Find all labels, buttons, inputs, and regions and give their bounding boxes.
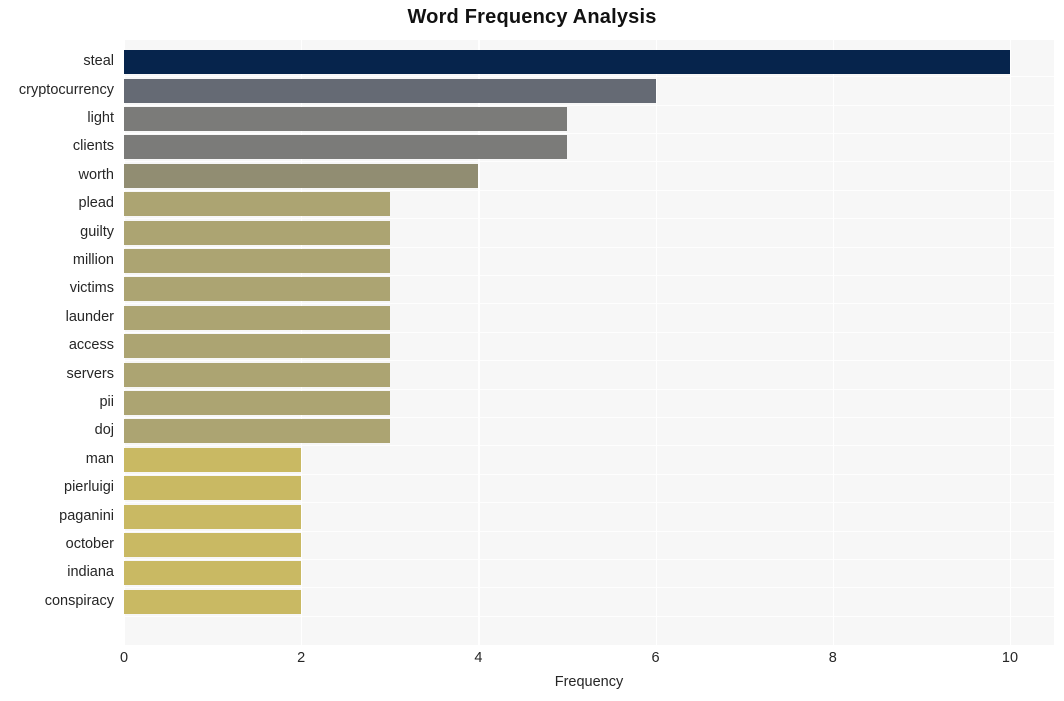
gridline-vertical bbox=[655, 40, 657, 645]
x-axis-title: Frequency bbox=[554, 674, 624, 690]
bar bbox=[124, 220, 390, 245]
bar bbox=[124, 163, 479, 188]
y-axis-tick-label: indiana bbox=[67, 564, 114, 581]
gridline-horizontal bbox=[124, 531, 1054, 532]
bar bbox=[124, 192, 390, 217]
gridline-horizontal bbox=[124, 332, 1054, 333]
gridline-horizontal bbox=[124, 587, 1054, 588]
y-axis-tick-label: servers bbox=[66, 365, 114, 382]
bar bbox=[124, 419, 390, 444]
y-axis-tick-label: plead bbox=[78, 195, 114, 212]
bar bbox=[124, 277, 390, 302]
bar bbox=[124, 362, 390, 387]
gridline-horizontal bbox=[124, 247, 1054, 248]
plot-area bbox=[124, 40, 1054, 645]
x-axis-tick-label: 4 bbox=[474, 650, 483, 666]
gridline-horizontal bbox=[124, 559, 1054, 560]
y-axis-tick-label: man bbox=[85, 450, 114, 467]
gridline-horizontal bbox=[124, 502, 1054, 503]
y-axis-tick-label: million bbox=[72, 251, 114, 268]
x-axis-tick-label: 8 bbox=[828, 650, 837, 666]
y-axis-tick-label: doj bbox=[94, 422, 114, 439]
y-axis-tick-label: clients bbox=[72, 138, 114, 155]
y-axis-tick-label: october bbox=[65, 536, 114, 553]
y-axis-tick-label: paganini bbox=[59, 507, 114, 524]
chart-figure: Word Frequency Analysis steal cryptocurre… bbox=[0, 0, 1064, 701]
bar bbox=[124, 248, 390, 273]
gridline-horizontal bbox=[124, 275, 1054, 276]
y-axis-tick-label: pii bbox=[99, 394, 114, 410]
x-axis-tick-label: 6 bbox=[651, 650, 660, 666]
bar bbox=[124, 305, 390, 330]
gridline-horizontal bbox=[124, 161, 1054, 162]
gridline-vertical bbox=[1010, 40, 1012, 645]
bar bbox=[124, 504, 302, 529]
y-axis-tick-label: cryptocurrency bbox=[18, 81, 114, 98]
gridline-horizontal bbox=[124, 445, 1054, 446]
bar bbox=[124, 533, 302, 558]
y-axis-tick-label: conspiracy bbox=[44, 592, 114, 609]
y-axis-tick-label: victims bbox=[69, 280, 114, 297]
gridline-horizontal bbox=[124, 105, 1054, 106]
bar bbox=[124, 391, 390, 415]
gridline-horizontal bbox=[124, 474, 1054, 475]
bar bbox=[124, 447, 302, 472]
gridline-horizontal bbox=[124, 616, 1054, 617]
bar bbox=[124, 589, 302, 614]
gridline-horizontal bbox=[124, 389, 1054, 390]
bar bbox=[124, 78, 656, 103]
x-axis-tick-label: 10 bbox=[1001, 650, 1019, 666]
y-axis-tick-label: steal bbox=[83, 53, 114, 70]
bar bbox=[124, 334, 390, 359]
gridline-horizontal bbox=[124, 218, 1054, 219]
bar bbox=[124, 561, 302, 586]
bar bbox=[124, 50, 1010, 75]
y-axis-tick-label: light bbox=[87, 109, 114, 126]
y-axis-tick-label: guilty bbox=[80, 223, 114, 240]
gridline-horizontal bbox=[124, 133, 1054, 134]
y-axis-tick-label: pierluigi bbox=[64, 479, 114, 496]
bar bbox=[124, 476, 302, 501]
bar bbox=[124, 106, 567, 131]
x-axis-tick-label: 2 bbox=[297, 650, 306, 666]
gridline-horizontal bbox=[124, 190, 1054, 191]
y-axis-tick-label: launder bbox=[65, 308, 114, 325]
gridline-vertical bbox=[832, 40, 834, 645]
gridline-horizontal bbox=[124, 417, 1054, 418]
gridline-horizontal bbox=[124, 303, 1054, 304]
bar bbox=[124, 135, 567, 160]
gridline-horizontal bbox=[124, 76, 1054, 77]
x-axis-tick-label: 0 bbox=[119, 650, 129, 666]
y-axis-tick-label: access bbox=[68, 337, 114, 354]
chart-title: Word Frequency Analysis bbox=[407, 6, 657, 28]
gridline-horizontal bbox=[124, 360, 1054, 361]
y-axis-tick-label: worth bbox=[78, 166, 114, 183]
